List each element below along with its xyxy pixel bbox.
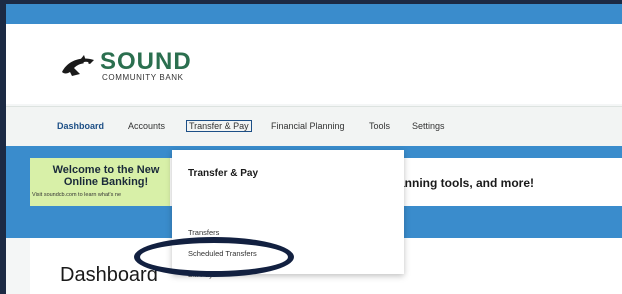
welcome-banner[interactable]: Welcome to the New Online Banking! Visit…	[30, 158, 170, 206]
nav-financial-planning[interactable]: Financial Planning	[271, 121, 345, 131]
nav-tools[interactable]: Tools	[369, 121, 390, 131]
nav-settings[interactable]: Settings	[412, 121, 445, 131]
main-nav: Dashboard Accounts Transfer & Pay Financ…	[6, 106, 622, 147]
welcome-subtext: Visit soundcb.com to learn what's ne	[32, 192, 121, 198]
brand-name: SOUND	[100, 48, 192, 75]
banking-screen: SOUND COMMUNITY BANK Dashboard Accounts …	[6, 24, 622, 294]
dropdown-title: Transfer & Pay	[188, 168, 259, 179]
page-title: Dashboard	[60, 264, 158, 286]
nav-dashboard[interactable]: Dashboard	[57, 121, 104, 131]
nav-transfer-pay[interactable]: Transfer & Pay	[186, 120, 252, 132]
menu-item-transfers[interactable]: Transfers	[188, 228, 219, 237]
welcome-title: Welcome to the New Online Banking!	[52, 164, 160, 188]
orca-logo-icon	[60, 53, 96, 80]
top-band	[6, 4, 622, 24]
brand-subtitle: COMMUNITY BANK	[102, 73, 184, 82]
nav-accounts[interactable]: Accounts	[128, 121, 165, 131]
bank-logo[interactable]: SOUND COMMUNITY BANK	[60, 48, 192, 82]
site-header: SOUND COMMUNITY BANK	[6, 24, 622, 104]
screenshot-frame: SOUND COMMUNITY BANK Dashboard Accounts …	[0, 0, 622, 294]
highlight-circle	[134, 237, 294, 277]
